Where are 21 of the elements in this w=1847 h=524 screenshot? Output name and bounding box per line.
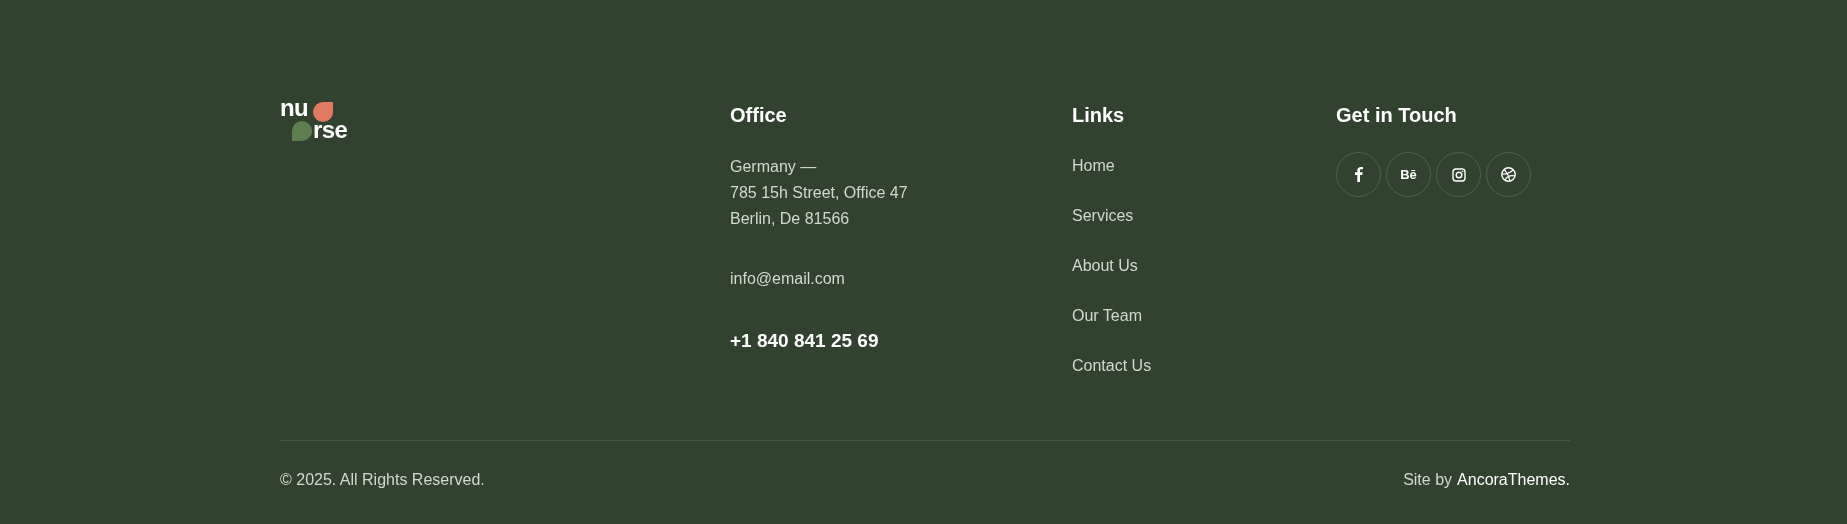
footer-link[interactable]: Home: [1072, 154, 1115, 178]
footer-link[interactable]: Services: [1072, 204, 1134, 228]
phone-link[interactable]: +1 840 841 25 69: [730, 327, 879, 356]
column-heading: Links: [1072, 103, 1126, 128]
email-link[interactable]: info@email.com: [730, 267, 845, 291]
copyright-text: © 2025. All Rights Reserved.: [280, 470, 485, 490]
column-heading: Get in Touch: [1336, 103, 1458, 128]
credit-link[interactable]: AncoraThemes.: [1457, 468, 1570, 492]
footer-link[interactable]: Contact Us: [1072, 354, 1152, 378]
dribbble-icon: [1501, 167, 1516, 182]
logo-text: rse: [313, 118, 348, 142]
facebook-icon: [1354, 167, 1363, 182]
column-heading: Office: [730, 103, 788, 128]
credit-text: Site by: [1403, 470, 1453, 490]
address-line: Germany —: [730, 157, 818, 177]
footer-link[interactable]: Our Team: [1072, 304, 1142, 328]
address-line: Berlin, De 81566: [730, 209, 851, 229]
instagram-icon: [1451, 167, 1466, 182]
footer-link[interactable]: About Us: [1072, 254, 1138, 278]
address-line: 785 15h Street, Office 47: [730, 183, 909, 203]
logo-text: nu: [280, 96, 309, 120]
